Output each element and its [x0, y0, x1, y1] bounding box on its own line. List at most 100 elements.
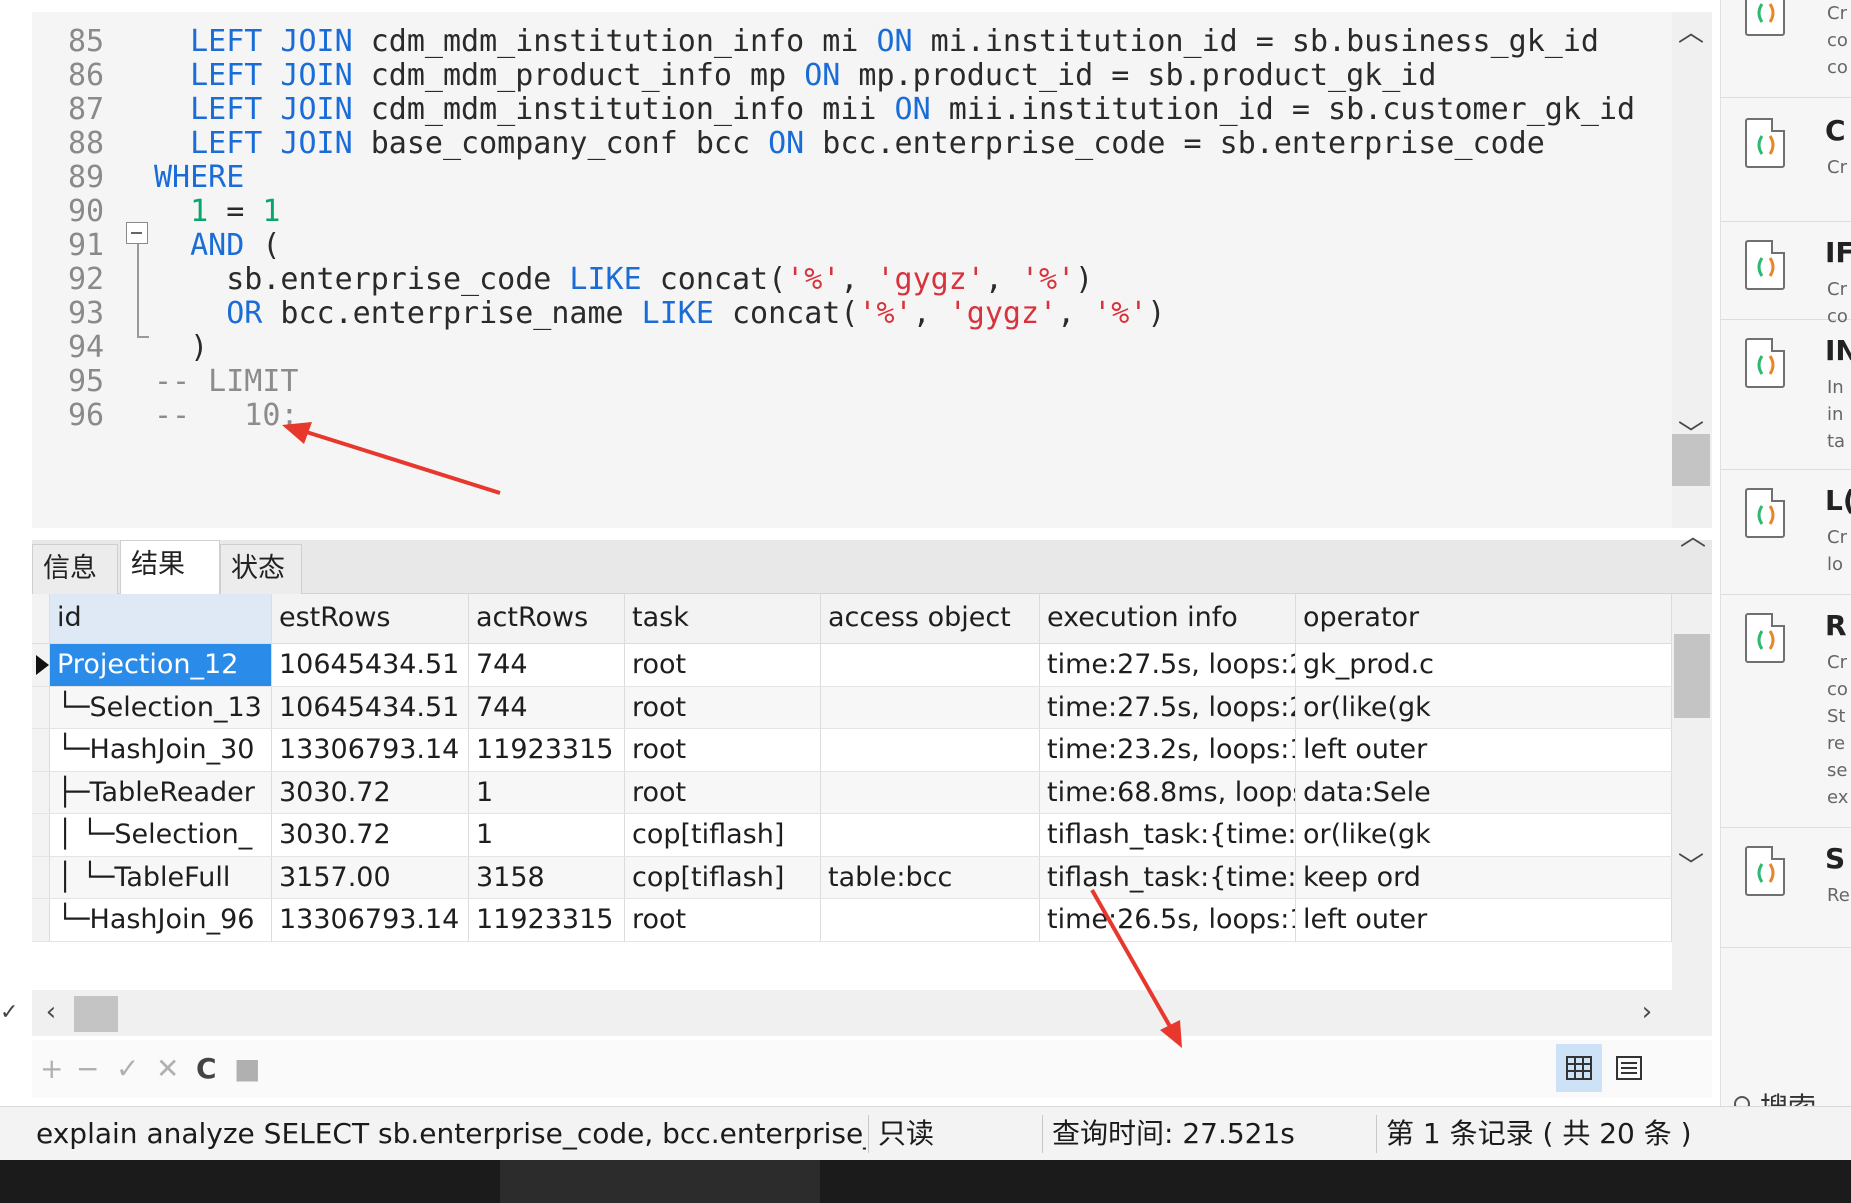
- cell-task[interactable]: root: [625, 729, 821, 771]
- scrollbar-thumb[interactable]: [74, 996, 118, 1032]
- column-header-id[interactable]: id: [50, 594, 272, 643]
- cell-access-object[interactable]: table:bcc: [821, 856, 1040, 898]
- table-row[interactable]: └─Selection_13 10645434.51 744 root time:27.…: [32, 686, 1672, 729]
- cell-id[interactable]: └─Selection_13: [50, 686, 272, 728]
- cell-operator[interactable]: left outer: [1296, 729, 1672, 771]
- cell-task[interactable]: root: [625, 644, 821, 686]
- cell-actrows[interactable]: 11923315: [469, 729, 625, 771]
- cell-id[interactable]: │ └─Selection_: [50, 814, 272, 856]
- cell-access-object[interactable]: [821, 814, 1040, 856]
- grid-horizontal-scrollbar[interactable]: ‹ ›: [32, 990, 1712, 1036]
- scroll-down-arrow-icon[interactable]: ﹀: [1672, 416, 1710, 450]
- row-indicator[interactable]: [32, 729, 50, 771]
- collapse-chevron-icon[interactable]: ✓: [0, 1000, 18, 1025]
- cell-actrows[interactable]: 11923315: [469, 899, 625, 941]
- cell-id[interactable]: ├─TableReader: [50, 771, 272, 813]
- cell-id[interactable]: │ └─TableFull: [50, 856, 272, 898]
- cell-estrows[interactable]: 10645434.51: [272, 644, 469, 686]
- scrollbar-thumb[interactable]: [1674, 634, 1710, 718]
- result-grid[interactable]: id estRows actRows task access object ex…: [32, 594, 1672, 990]
- scroll-left-arrow-icon[interactable]: ‹: [32, 996, 70, 1028]
- cell-operator[interactable]: keep ord: [1296, 856, 1672, 898]
- fold-toggle-icon[interactable]: [126, 222, 148, 244]
- column-header-estrows[interactable]: estRows: [272, 594, 469, 643]
- tab-status[interactable]: 状态: [220, 544, 302, 594]
- cell-estrows[interactable]: 13306793.14: [272, 729, 469, 771]
- cell-task[interactable]: root: [625, 899, 821, 941]
- cell-operator[interactable]: or(like(gk: [1296, 814, 1672, 856]
- cell-execution-info[interactable]: time:27.5s, loops:2, (: [1040, 644, 1296, 686]
- grid-vertical-scrollbar[interactable]: ﹀: [1672, 594, 1712, 990]
- cell-id[interactable]: └─HashJoin_96: [50, 899, 272, 941]
- cell-actrows[interactable]: 744: [469, 644, 625, 686]
- row-indicator[interactable]: [32, 686, 50, 728]
- cell-access-object[interactable]: [821, 729, 1040, 771]
- snippet-item[interactable]: S Re: [1721, 828, 1851, 948]
- cell-task[interactable]: cop[tiflash]: [625, 814, 821, 856]
- cell-estrows[interactable]: 3030.72: [272, 814, 469, 856]
- grid-scroll-down-icon[interactable]: ﹀: [1672, 848, 1710, 882]
- tab-info[interactable]: 信息: [32, 544, 118, 594]
- cell-estrows[interactable]: 3030.72: [272, 771, 469, 813]
- cell-execution-info[interactable]: tiflash_task:{time:68.: [1040, 814, 1296, 856]
- scroll-up-arrow-icon[interactable]: ︿: [1672, 14, 1710, 48]
- snippet-item[interactable]: Cr co co: [1721, 0, 1851, 98]
- row-indicator[interactable]: [32, 814, 50, 856]
- snippet-item[interactable]: INIninta: [1721, 320, 1851, 470]
- grid-view-button[interactable]: [1556, 1044, 1602, 1092]
- cell-access-object[interactable]: [821, 771, 1040, 813]
- snippet-item[interactable]: IFCrco: [1721, 222, 1851, 327]
- cell-actrows[interactable]: 744: [469, 686, 625, 728]
- table-row[interactable]: │ └─Selection_ 3030.72 1 cop[tiflash] tiflas…: [32, 814, 1672, 857]
- delete-record-button[interactable]: −: [76, 1054, 99, 1084]
- cell-execution-info[interactable]: time:23.2s, loops:11: [1040, 729, 1296, 771]
- cell-access-object[interactable]: [821, 686, 1040, 728]
- cell-task[interactable]: root: [625, 771, 821, 813]
- column-header-access-object[interactable]: access object: [821, 594, 1040, 643]
- table-row[interactable]: │ └─TableFull 3157.00 3158 cop[tiflash] tabl…: [32, 856, 1672, 899]
- cell-execution-info[interactable]: tiflash_task:{time:67.: [1040, 856, 1296, 898]
- form-view-button[interactable]: [1606, 1044, 1652, 1092]
- snippet-item[interactable]: C Cr: [1721, 100, 1851, 222]
- table-row[interactable]: ├─TableReader 3030.72 1 root time:68.8ms, lo…: [32, 771, 1672, 814]
- cell-operator[interactable]: or(like(gk: [1296, 686, 1672, 728]
- cell-actrows[interactable]: 1: [469, 814, 625, 856]
- snippet-item[interactable]: L(Crlo: [1721, 470, 1851, 595]
- column-header-execution-info[interactable]: execution info: [1040, 594, 1296, 643]
- cell-access-object[interactable]: [821, 644, 1040, 686]
- table-row[interactable]: └─HashJoin_30 13306793.14 11923315 root time…: [32, 729, 1672, 772]
- code-line[interactable]: 96 -- 10;: [32, 396, 1672, 436]
- cell-execution-info[interactable]: time:26.5s, loops:11: [1040, 899, 1296, 941]
- cell-operator[interactable]: left outer: [1296, 899, 1672, 941]
- cell-access-object[interactable]: [821, 899, 1040, 941]
- discard-button[interactable]: ✕: [156, 1054, 179, 1084]
- table-row[interactable]: Projection_12 10645434.51 744 root time:27.5…: [32, 644, 1672, 687]
- sql-editor[interactable]: 85 LEFT JOIN cdm_mdm_institution_info mi…: [32, 12, 1672, 528]
- row-indicator[interactable]: [32, 644, 50, 686]
- cell-task[interactable]: cop[tiflash]: [625, 856, 821, 898]
- cell-id[interactable]: Projection_12: [50, 644, 272, 686]
- snippet-item[interactable]: R Cr co St re se ex: [1721, 595, 1851, 828]
- cell-actrows[interactable]: 3158: [469, 856, 625, 898]
- scroll-right-arrow-icon[interactable]: ›: [1628, 996, 1666, 1028]
- add-record-button[interactable]: +: [40, 1054, 63, 1084]
- cell-id[interactable]: └─HashJoin_30: [50, 729, 272, 771]
- apply-button[interactable]: ✓: [116, 1054, 139, 1084]
- cell-execution-info[interactable]: time:68.8ms, loops:2: [1040, 771, 1296, 813]
- column-header-actrows[interactable]: actRows: [469, 594, 625, 643]
- row-indicator[interactable]: [32, 771, 50, 813]
- row-indicator[interactable]: [32, 856, 50, 898]
- column-header-task[interactable]: task: [625, 594, 821, 643]
- cell-operator[interactable]: data:Sele: [1296, 771, 1672, 813]
- cell-actrows[interactable]: 1: [469, 771, 625, 813]
- stop-button[interactable]: ■: [234, 1054, 260, 1084]
- cell-operator[interactable]: gk_prod.c: [1296, 644, 1672, 686]
- refresh-button[interactable]: C: [196, 1054, 217, 1084]
- column-header-operator[interactable]: operator: [1296, 594, 1672, 643]
- cell-estrows[interactable]: 10645434.51: [272, 686, 469, 728]
- tab-result-1[interactable]: 结果 1: [120, 540, 220, 628]
- editor-vertical-scrollbar[interactable]: ︿ ﹀: [1672, 12, 1712, 528]
- cell-task[interactable]: root: [625, 686, 821, 728]
- cell-estrows[interactable]: 3157.00: [272, 856, 469, 898]
- cell-estrows[interactable]: 13306793.14: [272, 899, 469, 941]
